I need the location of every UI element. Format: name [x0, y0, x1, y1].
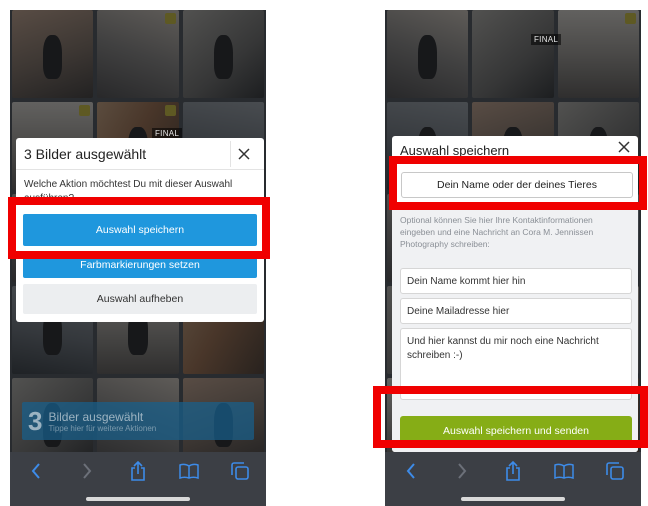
forward-button[interactable]	[73, 460, 101, 482]
optional-info-text: Optional können Sie hier Ihre Kontaktinf…	[400, 215, 594, 249]
back-button[interactable]	[397, 460, 425, 482]
bookmarks-icon	[179, 463, 199, 479]
home-indicator	[461, 497, 565, 501]
tabs-button[interactable]	[226, 460, 254, 482]
forward-icon	[458, 463, 467, 479]
back-icon	[406, 463, 415, 479]
back-button[interactable]	[22, 460, 50, 482]
bookmarks-button[interactable]	[175, 460, 203, 482]
bookmarks-button[interactable]	[550, 460, 578, 482]
share-icon	[131, 461, 145, 481]
back-icon	[31, 463, 40, 479]
tabs-icon	[606, 462, 625, 480]
highlight-box-save-selection	[8, 197, 270, 259]
share-button[interactable]	[499, 460, 527, 482]
share-icon	[506, 461, 520, 481]
selection-banner: 3 Bilder ausgewählt Tippe hier für weite…	[22, 402, 254, 440]
close-icon	[237, 147, 250, 160]
clear-selection-button[interactable]: Auswahl aufheben	[23, 284, 257, 314]
close-icon	[618, 141, 630, 153]
highlight-box-submit	[373, 386, 648, 448]
bookmarks-icon	[554, 463, 574, 479]
highlight-box-name-field	[389, 156, 647, 210]
dialog-header: 3 Bilder ausgewählt	[16, 138, 264, 170]
selection-count: 3	[28, 405, 43, 436]
home-indicator	[86, 497, 190, 501]
forward-icon	[83, 463, 92, 479]
name-input[interactable]: Dein Name kommt hier hin	[400, 268, 632, 294]
banner-subtitle: Tippe hier für weitere Aktionen	[48, 423, 157, 433]
forward-button[interactable]	[448, 460, 476, 482]
tabs-icon	[231, 462, 250, 480]
dialog-title: 3 Bilder ausgewählt	[24, 145, 147, 162]
email-input[interactable]: Deine Mailadresse hier	[400, 298, 632, 324]
final-label: FINAL	[531, 34, 562, 45]
banner-title: Bilder ausgewählt	[48, 409, 144, 424]
share-button[interactable]	[124, 460, 152, 482]
dialog-header: Auswahl speichern	[392, 136, 638, 158]
close-button[interactable]	[230, 140, 256, 167]
tabs-button[interactable]	[601, 460, 629, 482]
